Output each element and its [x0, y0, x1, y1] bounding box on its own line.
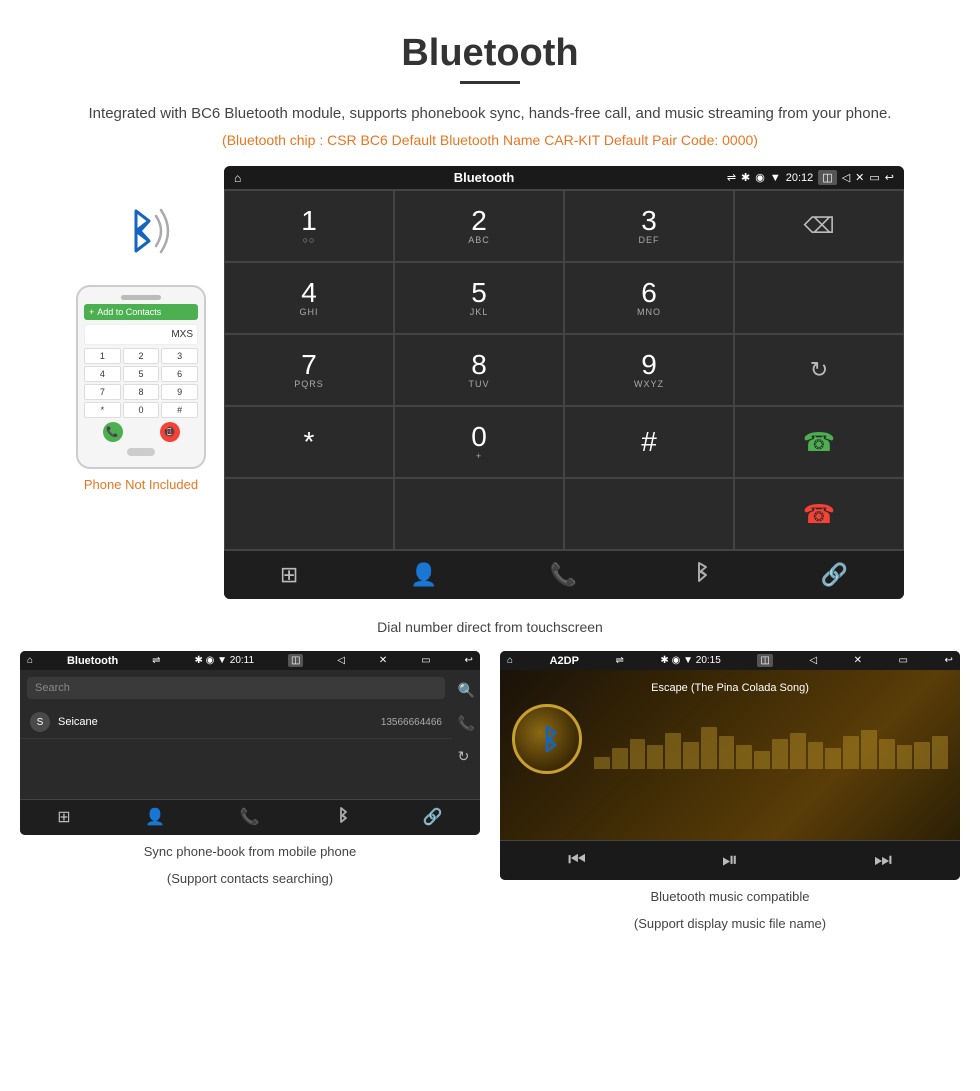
dial-cell[interactable]: 3DEF	[564, 190, 734, 262]
contact-name: Seicane	[58, 716, 381, 728]
dial-cell[interactable]: 1○○	[224, 190, 394, 262]
contacts-nav-phone[interactable]: 📞	[240, 807, 260, 828]
dial-cell[interactable]: 5JKL	[394, 262, 564, 334]
dial-cell	[224, 478, 394, 550]
music-home-icon[interactable]: ⌂	[507, 655, 513, 666]
dial-cell[interactable]: 8TUV	[394, 334, 564, 406]
contacts-search[interactable]: Search	[27, 677, 445, 699]
music-status-bar: ⌂ A2DP ⇌ ✱ ◉ ▼ 20:15 ◫ ◁ ✕ ▭ ↩	[500, 651, 960, 670]
close-icon[interactable]: ✕	[855, 171, 864, 184]
dial-cell[interactable]: 9WXYZ	[564, 334, 734, 406]
car-status-bar: ⌂ Bluetooth ⇌ ✱ ◉ ▼ 20:12 ◫ ◁ ✕ ▭ ↩	[224, 166, 904, 189]
bt-status-icon: ✱	[741, 171, 750, 184]
window-icon[interactable]: ▭	[869, 171, 879, 184]
phone-illustration: +Add to Contacts MXS 123 456 789 *0# 📞 📵…	[76, 196, 206, 492]
car-bottom-nav: ⊞ 👤 📞 🔗	[224, 550, 904, 599]
contacts-camera-icon[interactable]: ◫	[288, 654, 303, 667]
contacts-nav-bt[interactable]	[334, 807, 348, 828]
music-caption-main: Bluetooth music compatible	[651, 887, 810, 907]
page-description: Integrated with BC6 Bluetooth module, su…	[0, 102, 980, 126]
play-pause-icon[interactable]: ⏯	[722, 849, 738, 872]
home-icon[interactable]: ⌂	[234, 171, 241, 185]
contact-row[interactable]: S Seicane 13566664466	[20, 706, 452, 739]
nav-contacts-icon[interactable]: 👤	[410, 562, 437, 588]
usb-icon: ⇌	[727, 171, 736, 184]
refresh-icon[interactable]: ↻	[458, 748, 475, 765]
dial-cell[interactable]: ⌫	[734, 190, 904, 262]
dial-cell[interactable]: ☎	[734, 406, 904, 478]
music-controls: ⏮ ⏯ ⏭	[500, 840, 960, 880]
contacts-screen-wrapper: ⌂ Bluetooth ⇌ ✱ ◉ ▼ 20:11 ◫ ◁ ✕ ▭ ↩ Sear…	[20, 651, 480, 933]
contacts-nav-user[interactable]: 👤	[145, 807, 165, 828]
dial-cell[interactable]: ☎	[734, 478, 904, 550]
nav-link-icon[interactable]: 🔗	[821, 562, 848, 588]
location-icon: ◉	[755, 171, 765, 184]
dial-cell	[564, 478, 734, 550]
contacts-back-icon[interactable]: ↩	[465, 655, 473, 666]
song-title: Escape (The Pina Colada Song)	[651, 682, 809, 694]
volume-icon[interactable]: ◁	[842, 171, 850, 184]
bluetooth-info: (Bluetooth chip : CSR BC6 Default Blueto…	[0, 132, 980, 148]
dial-cell	[734, 262, 904, 334]
contacts-status-bar: ⌂ Bluetooth ⇌ ✱ ◉ ▼ 20:11 ◫ ◁ ✕ ▭ ↩	[20, 651, 480, 670]
dial-cell[interactable]: 6MNO	[564, 262, 734, 334]
call-icon[interactable]: 📞	[458, 715, 475, 732]
dial-cell[interactable]: 4GHI	[224, 262, 394, 334]
dialpad: 1○○2ABC3DEF⌫ 4GHI5JKL6MNO 7PQRS8TUV9WXYZ↻ *…	[224, 189, 904, 550]
car-dial-screen: ⌂ Bluetooth ⇌ ✱ ◉ ▼ 20:12 ◫ ◁ ✕ ▭ ↩ 1○○2…	[224, 166, 904, 599]
music-screen: ⌂ A2DP ⇌ ✱ ◉ ▼ 20:15 ◫ ◁ ✕ ▭ ↩ Escape (T…	[500, 651, 960, 880]
music-camera-icon[interactable]: ◫	[757, 654, 772, 667]
album-art	[512, 704, 582, 774]
music-screen-wrapper: ⌂ A2DP ⇌ ✱ ◉ ▼ 20:15 ◫ ◁ ✕ ▭ ↩ Escape (T…	[500, 651, 960, 933]
search-icon[interactable]: 🔍	[458, 682, 475, 699]
page-title: Bluetooth	[0, 0, 980, 81]
nav-grid-icon[interactable]: ⊞	[280, 562, 298, 588]
nav-phone-icon[interactable]: 📞	[549, 562, 576, 588]
nav-bluetooth-icon[interactable]	[689, 561, 709, 589]
camera-icon[interactable]: ◫	[818, 170, 836, 185]
music-caption-sub: (Support display music file name)	[634, 914, 826, 934]
screen-title: Bluetooth	[454, 170, 515, 185]
contacts-nav-link[interactable]: 🔗	[423, 807, 443, 828]
bottom-screens-section: ⌂ Bluetooth ⇌ ✱ ◉ ▼ 20:11 ◫ ◁ ✕ ▭ ↩ Sear…	[0, 651, 980, 933]
phone-device: +Add to Contacts MXS 123 456 789 *0# 📞 📵	[76, 285, 206, 469]
dial-cell	[394, 478, 564, 550]
next-track-icon[interactable]: ⏭	[874, 849, 892, 872]
dial-cell[interactable]: 7PQRS	[224, 334, 394, 406]
contacts-nav-grid[interactable]: ⊞	[57, 807, 70, 828]
bluetooth-signal-icon	[101, 196, 181, 266]
contact-number: 13566664466	[381, 717, 442, 728]
music-back-icon[interactable]: ↩	[945, 655, 953, 666]
contacts-home-icon[interactable]: ⌂	[27, 655, 33, 666]
dial-cell[interactable]: #	[564, 406, 734, 478]
back-icon[interactable]: ↩	[885, 171, 894, 184]
dial-cell[interactable]: ↻	[734, 334, 904, 406]
prev-track-icon[interactable]: ⏮	[568, 849, 586, 872]
dial-cell[interactable]: *	[224, 406, 394, 478]
phone-not-included-label: Phone Not Included	[84, 477, 198, 492]
dial-cell[interactable]: 0+	[394, 406, 564, 478]
music-body: Escape (The Pina Colada Song)	[500, 670, 960, 840]
contacts-caption-sub: (Support contacts searching)	[167, 869, 333, 889]
equalizer	[594, 709, 948, 769]
contacts-bottom-nav: ⊞ 👤 📞 🔗	[20, 799, 480, 835]
title-underline	[460, 81, 520, 84]
contacts-screen: ⌂ Bluetooth ⇌ ✱ ◉ ▼ 20:11 ◫ ◁ ✕ ▭ ↩ Sear…	[20, 651, 480, 835]
contact-initial: S	[30, 712, 50, 732]
time-display: 20:12	[786, 172, 814, 184]
contacts-caption-main: Sync phone-book from mobile phone	[144, 842, 356, 862]
signal-icon: ▼	[770, 172, 781, 184]
dial-caption: Dial number direct from touchscreen	[0, 619, 980, 635]
dial-cell[interactable]: 2ABC	[394, 190, 564, 262]
music-bt-icon	[532, 724, 562, 754]
